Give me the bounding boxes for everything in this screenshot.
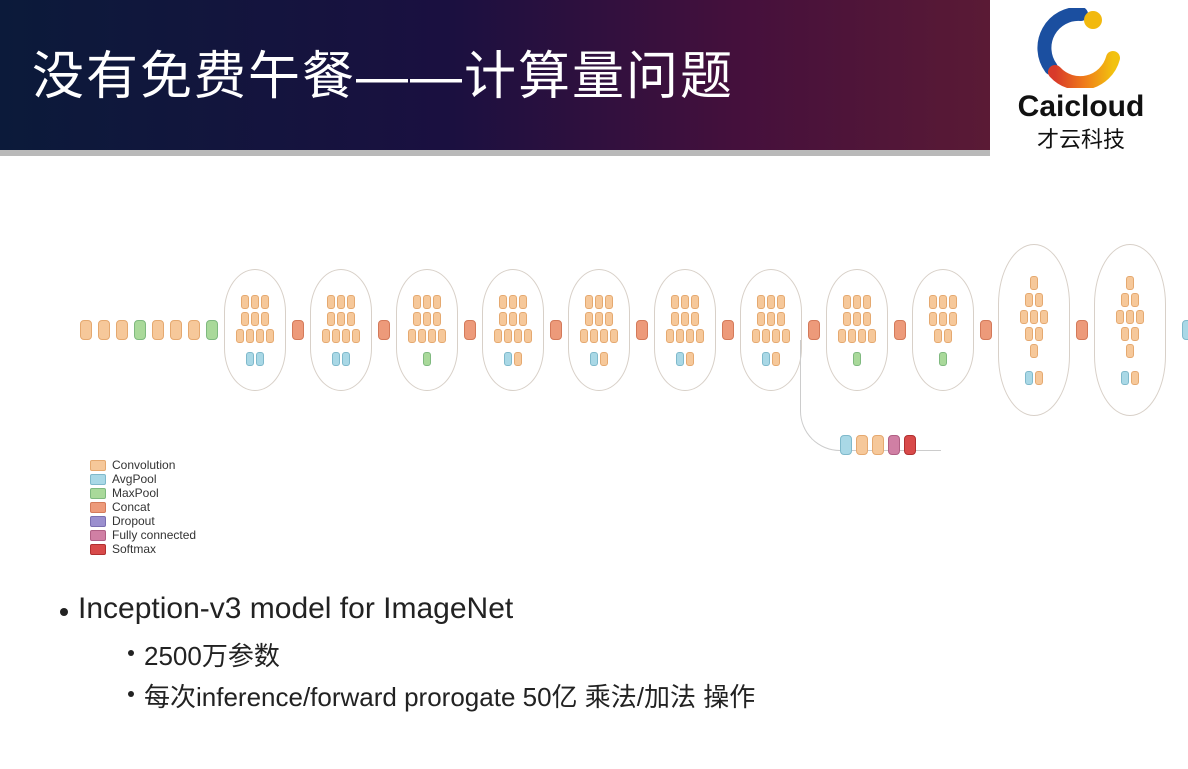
page-title: 没有免费午餐——计算量问题 <box>32 34 734 109</box>
auxiliary-head <box>840 435 916 455</box>
node-concat <box>378 320 390 340</box>
inception-module <box>396 269 458 391</box>
bullet-text: 每次inference/forward prorogate 50亿 乘法/加法 … <box>144 677 755 714</box>
legend-item: Concat <box>90 500 196 514</box>
node-avgpool <box>840 435 852 455</box>
node-concat <box>894 320 906 340</box>
legend-swatch-icon <box>90 460 106 471</box>
bullet-text: Inception-v3 model for ImageNet <box>78 592 513 626</box>
bullet-dot-icon <box>128 691 134 697</box>
legend-swatch-icon <box>90 502 106 513</box>
legend-label: Convolution <box>112 458 175 472</box>
inception-module <box>224 269 286 391</box>
legend-swatch-icon <box>90 488 106 499</box>
legend-label: Softmax <box>112 542 156 556</box>
legend-item: MaxPool <box>90 486 196 500</box>
node-concat <box>1076 320 1088 340</box>
diagram-track <box>80 250 1140 410</box>
node-concat <box>464 320 476 340</box>
node-convolution <box>98 320 110 340</box>
inception-module <box>310 269 372 391</box>
legend-swatch-icon <box>90 474 106 485</box>
node-convolution <box>856 435 868 455</box>
bullet-level1: Inception-v3 model for ImageNet <box>60 592 755 626</box>
node-convolution <box>152 320 164 340</box>
node-maxpool <box>206 320 218 340</box>
legend-label: Fully connected <box>112 528 196 542</box>
bullet-text: 2500万参数 <box>144 636 280 673</box>
bullet-level2: 2500万参数 <box>128 636 755 673</box>
node-convolution <box>188 320 200 340</box>
logo-mark-icon <box>1031 8 1131 88</box>
legend: Convolution AvgPool MaxPool Concat Dropo… <box>90 458 196 556</box>
logo: Caicloud 才云科技 <box>996 8 1166 154</box>
node-convolution <box>170 320 182 340</box>
legend-swatch-icon <box>90 516 106 527</box>
inception-module <box>998 244 1070 416</box>
legend-label: Dropout <box>112 514 155 528</box>
title-banner: 没有免费午餐——计算量问题 <box>0 0 990 150</box>
legend-item: Softmax <box>90 542 196 556</box>
node-fully-connected <box>888 435 900 455</box>
node-softmax <box>904 435 916 455</box>
legend-label: MaxPool <box>112 486 159 500</box>
architecture-diagram <box>80 250 1140 470</box>
logo-text-en: Caicloud <box>996 90 1166 124</box>
inception-module <box>654 269 716 391</box>
legend-label: Concat <box>112 500 150 514</box>
legend-item: Fully connected <box>90 528 196 542</box>
node-maxpool <box>134 320 146 340</box>
node-concat <box>550 320 562 340</box>
legend-swatch-icon <box>90 544 106 555</box>
bullet-list: Inception-v3 model for ImageNet 2500万参数 … <box>60 592 755 714</box>
logo-text-cn: 才云科技 <box>996 122 1166 154</box>
node-concat <box>722 320 734 340</box>
bullet-level2: 每次inference/forward prorogate 50亿 乘法/加法 … <box>128 677 755 714</box>
inception-module <box>1094 244 1166 416</box>
node-concat <box>636 320 648 340</box>
node-concat <box>980 320 992 340</box>
bullet-dot-icon <box>60 608 68 616</box>
inception-module <box>568 269 630 391</box>
legend-label: AvgPool <box>112 472 156 486</box>
node-convolution <box>116 320 128 340</box>
node-avgpool <box>1182 320 1188 340</box>
legend-item: AvgPool <box>90 472 196 486</box>
node-concat <box>292 320 304 340</box>
legend-item: Dropout <box>90 514 196 528</box>
node-concat <box>808 320 820 340</box>
node-convolution <box>80 320 92 340</box>
legend-swatch-icon <box>90 530 106 541</box>
legend-item: Convolution <box>90 458 196 472</box>
inception-module <box>740 269 802 391</box>
node-convolution <box>872 435 884 455</box>
inception-module <box>482 269 544 391</box>
bullet-dot-icon <box>128 650 134 656</box>
